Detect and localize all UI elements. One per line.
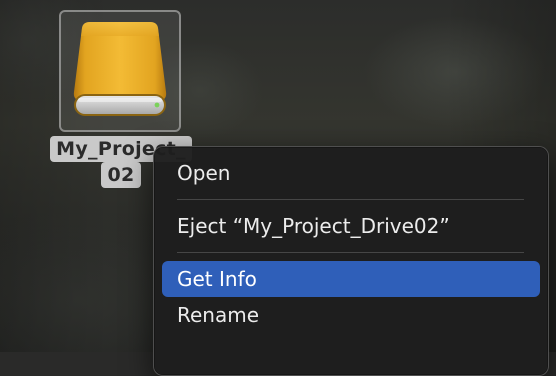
menu-item-eject[interactable]: Eject “My_Project_Drive02” [162,208,540,244]
drive-label-line2: 02 [101,162,141,188]
menu-item-get-info[interactable]: Get Info [162,261,540,297]
menu-separator [177,199,524,200]
menu-item-rename[interactable]: Rename [162,297,540,333]
menu-item-open[interactable]: Open [162,155,540,191]
context-menu: Open Eject “My_Project_Drive02” Get Info… [153,146,549,376]
external-drive-icon[interactable] [72,22,168,120]
menu-separator [177,252,524,253]
